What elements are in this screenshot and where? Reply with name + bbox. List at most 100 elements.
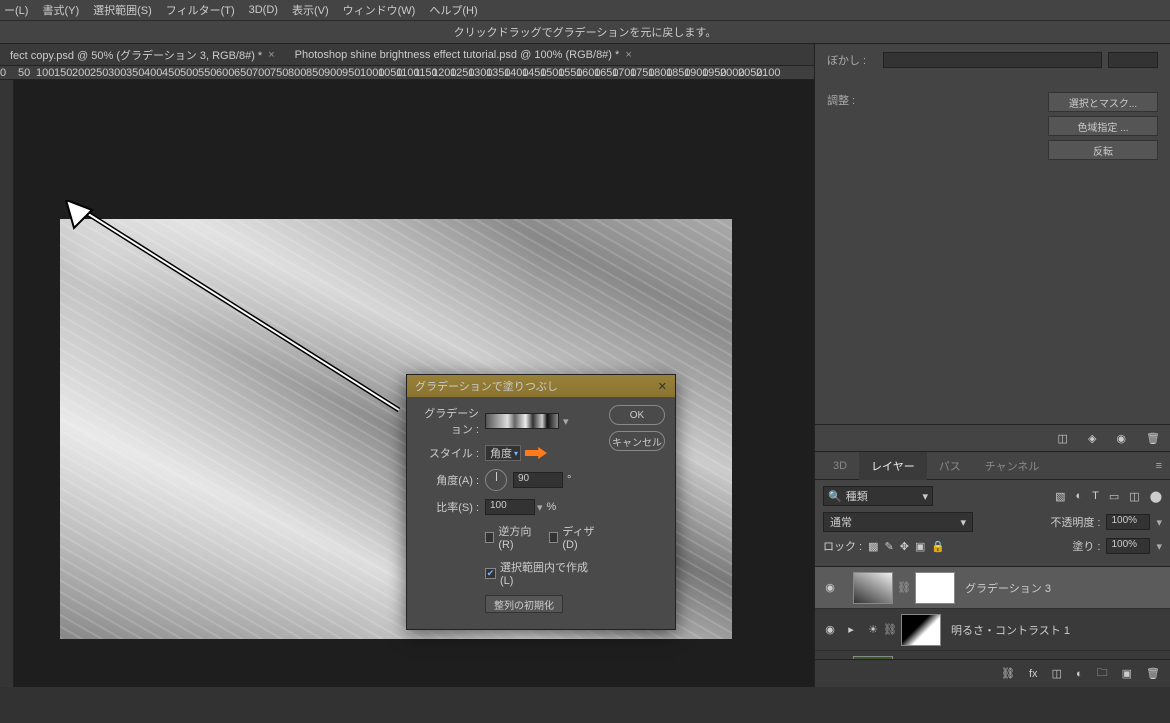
layer-row[interactable]: ◉ ⛓ グラデーション 3 (815, 567, 1170, 609)
menu-help[interactable]: ヘルプ(H) (429, 2, 477, 18)
chevron-down-icon[interactable]: ▾ (1156, 540, 1162, 553)
layer-name[interactable]: グラデーション 3 (965, 580, 1051, 596)
menu-view[interactable]: 表示(V) (292, 2, 329, 18)
properties-footer: ◫ ◈ ◉ 🗑 (815, 424, 1170, 452)
angle-input[interactable]: 90 (513, 472, 563, 488)
filter-adjust-icon[interactable]: ◐ (1075, 490, 1082, 503)
doc-tab-2[interactable]: Photoshop shine brightness effect tutori… (285, 44, 642, 66)
lock-label: ロック : (823, 538, 862, 554)
filter-pixel-icon[interactable]: ▧ (1055, 490, 1065, 503)
canvas-area[interactable]: グラデーションで塗りつぶし ✕ グラデーション : ▾ スタイル : (14, 80, 814, 687)
tab-3d[interactable]: 3D (821, 452, 859, 480)
layer-thumb[interactable] (853, 572, 893, 604)
menu-layer[interactable]: ー(L) (4, 2, 28, 18)
mask-thumb[interactable] (901, 614, 941, 646)
lock-position-icon[interactable]: ✥ (900, 540, 909, 553)
menu-filter[interactable]: フィルター(T) (166, 2, 235, 18)
link-layers-icon[interactable]: ⛓ (1001, 667, 1015, 680)
style-label: スタイル : (417, 445, 479, 461)
angle-dial[interactable] (485, 469, 507, 491)
link-icon[interactable]: ⛓ (897, 581, 911, 594)
trash-icon[interactable]: 🗑 (1146, 432, 1160, 445)
highlight-arrow-icon (525, 447, 547, 459)
lock-brush-icon[interactable]: ✎ (885, 540, 894, 553)
feather-slider[interactable] (883, 52, 1102, 68)
menu-format[interactable]: 書式(Y) (42, 2, 79, 18)
reverse-checkbox[interactable] (485, 532, 494, 543)
cancel-button[interactable]: キャンセル (609, 431, 665, 451)
lock-artboard-icon[interactable]: ▣ (915, 540, 925, 553)
filter-shape-icon[interactable]: ▭ (1109, 490, 1119, 503)
feather-label: ぼかし : (827, 52, 877, 68)
dialog-title: グラデーションで塗りつぶし (415, 378, 558, 394)
scale-label: 比率(S) : (417, 499, 479, 515)
invert-button[interactable]: 反転 (1048, 140, 1158, 160)
panel-menu-icon[interactable]: ≡ (1156, 460, 1162, 472)
scale-unit: % (547, 501, 557, 513)
layer-row[interactable]: ◉ ▸ ☀ ⛓ 明るさ・コントラスト 1 (815, 609, 1170, 651)
chevron-down-icon[interactable]: ▾ (1156, 516, 1162, 529)
lock-pixels-icon[interactable]: ▩ (868, 540, 878, 553)
scale-input[interactable]: 100 (485, 499, 535, 515)
filter-type-icon[interactable]: T (1092, 490, 1099, 503)
ok-button[interactable]: OK (609, 405, 665, 425)
document-tabs: fect copy.psd @ 50% (グラデーション 3, RGB/8#) … (0, 44, 814, 66)
new-layer-icon[interactable]: ▣ (1122, 667, 1132, 680)
mask-icon[interactable]: ◫ (1052, 667, 1062, 680)
doc-tab-1[interactable]: fect copy.psd @ 50% (グラデーション 3, RGB/8#) … (0, 44, 285, 66)
adjust-label: 調整 : (827, 92, 855, 164)
ruler-vertical[interactable] (0, 80, 14, 687)
mask-thumb[interactable] (915, 572, 955, 604)
select-and-mask-button[interactable]: 選択とマスク... (1048, 92, 1158, 112)
visibility-icon[interactable]: ◉ (821, 623, 839, 636)
eye-icon[interactable]: ◉ (1116, 432, 1126, 445)
ruler-horizontal[interactable]: 0501001502002503003504004505005506006507… (0, 66, 814, 80)
close-icon[interactable]: ✕ (658, 380, 667, 393)
gradient-fill-dialog: グラデーションで塗りつぶし ✕ グラデーション : ▾ スタイル : (406, 374, 676, 630)
style-dropdown[interactable]: 角度▾ (485, 445, 521, 461)
panel-tabs: 3D レイヤー パス チャンネル ≡ (815, 452, 1170, 480)
visibility-icon[interactable]: ◉ (821, 581, 839, 594)
dialog-titlebar[interactable]: グラデーションで塗りつぶし ✕ (407, 375, 675, 397)
menu-select[interactable]: 選択範囲(S) (93, 2, 152, 18)
workspace: fect copy.psd @ 50% (グラデーション 3, RGB/8#) … (0, 44, 1170, 687)
chevron-down-icon[interactable]: ▾ (563, 415, 569, 428)
tab-paths[interactable]: パス (927, 452, 973, 480)
dither-checkbox[interactable] (549, 532, 558, 543)
menu-window[interactable]: ウィンドウ(W) (343, 2, 416, 18)
blend-mode-dropdown[interactable]: 通常▾ (823, 512, 973, 532)
fx-icon[interactable]: fx (1029, 668, 1038, 680)
chevron-down-icon[interactable]: ▾ (537, 501, 543, 514)
menu-bar: ー(L) 書式(Y) 選択範囲(S) フィルター(T) 3D(D) 表示(V) … (0, 0, 1170, 20)
color-range-button[interactable]: 色域指定 ... (1048, 116, 1158, 136)
filter-smart-icon[interactable]: ◫ (1129, 490, 1139, 503)
close-icon[interactable]: × (625, 49, 631, 61)
reset-alignment-button[interactable]: 整列の初期化 (485, 595, 563, 613)
lock-all-icon[interactable]: 🔒 (931, 540, 945, 553)
gradient-label: グラデーション : (417, 405, 479, 437)
fill-input[interactable]: 100% (1106, 538, 1150, 554)
group-icon[interactable]: 🗀 (1097, 664, 1108, 683)
gradient-swatch[interactable] (485, 413, 559, 429)
selection-icon[interactable]: ◫ (1058, 432, 1068, 445)
tab-channels[interactable]: チャンネル (973, 452, 1052, 480)
filter-toggle-icon[interactable]: ⬤ (1150, 490, 1162, 503)
adjustment-icon[interactable]: ◐ (1076, 668, 1083, 680)
reverse-label: 逆方向(R) (498, 523, 537, 551)
mask-icon[interactable]: ◈ (1088, 432, 1096, 445)
opacity-input[interactable]: 100% (1106, 514, 1150, 530)
menu-3d[interactable]: 3D(D) (249, 4, 278, 16)
tab-layers[interactable]: レイヤー (859, 452, 927, 480)
align-checkbox[interactable]: ✔ (485, 568, 496, 579)
feather-value[interactable] (1108, 52, 1158, 68)
options-hint: クリックドラッグでグラデーションを元に戻します。 (454, 24, 717, 40)
close-icon[interactable]: × (268, 49, 274, 61)
opacity-label: 不透明度 : (1050, 514, 1100, 530)
layer-filter-dropdown[interactable]: 🔍 種類▾ (823, 486, 933, 506)
layer-name[interactable]: 明るさ・コントラスト 1 (951, 622, 1070, 638)
layer-row[interactable]: ◉ Natural Forest of Spruce Trees, Sunbea… (815, 651, 1170, 659)
layers-footer: ⛓ fx ◫ ◐ 🗀 ▣ 🗑 (815, 659, 1170, 687)
link-icon[interactable]: ⛓ (883, 623, 897, 636)
options-bar: クリックドラッグでグラデーションを元に戻します。 (0, 20, 1170, 44)
trash-icon[interactable]: 🗑 (1146, 667, 1160, 680)
